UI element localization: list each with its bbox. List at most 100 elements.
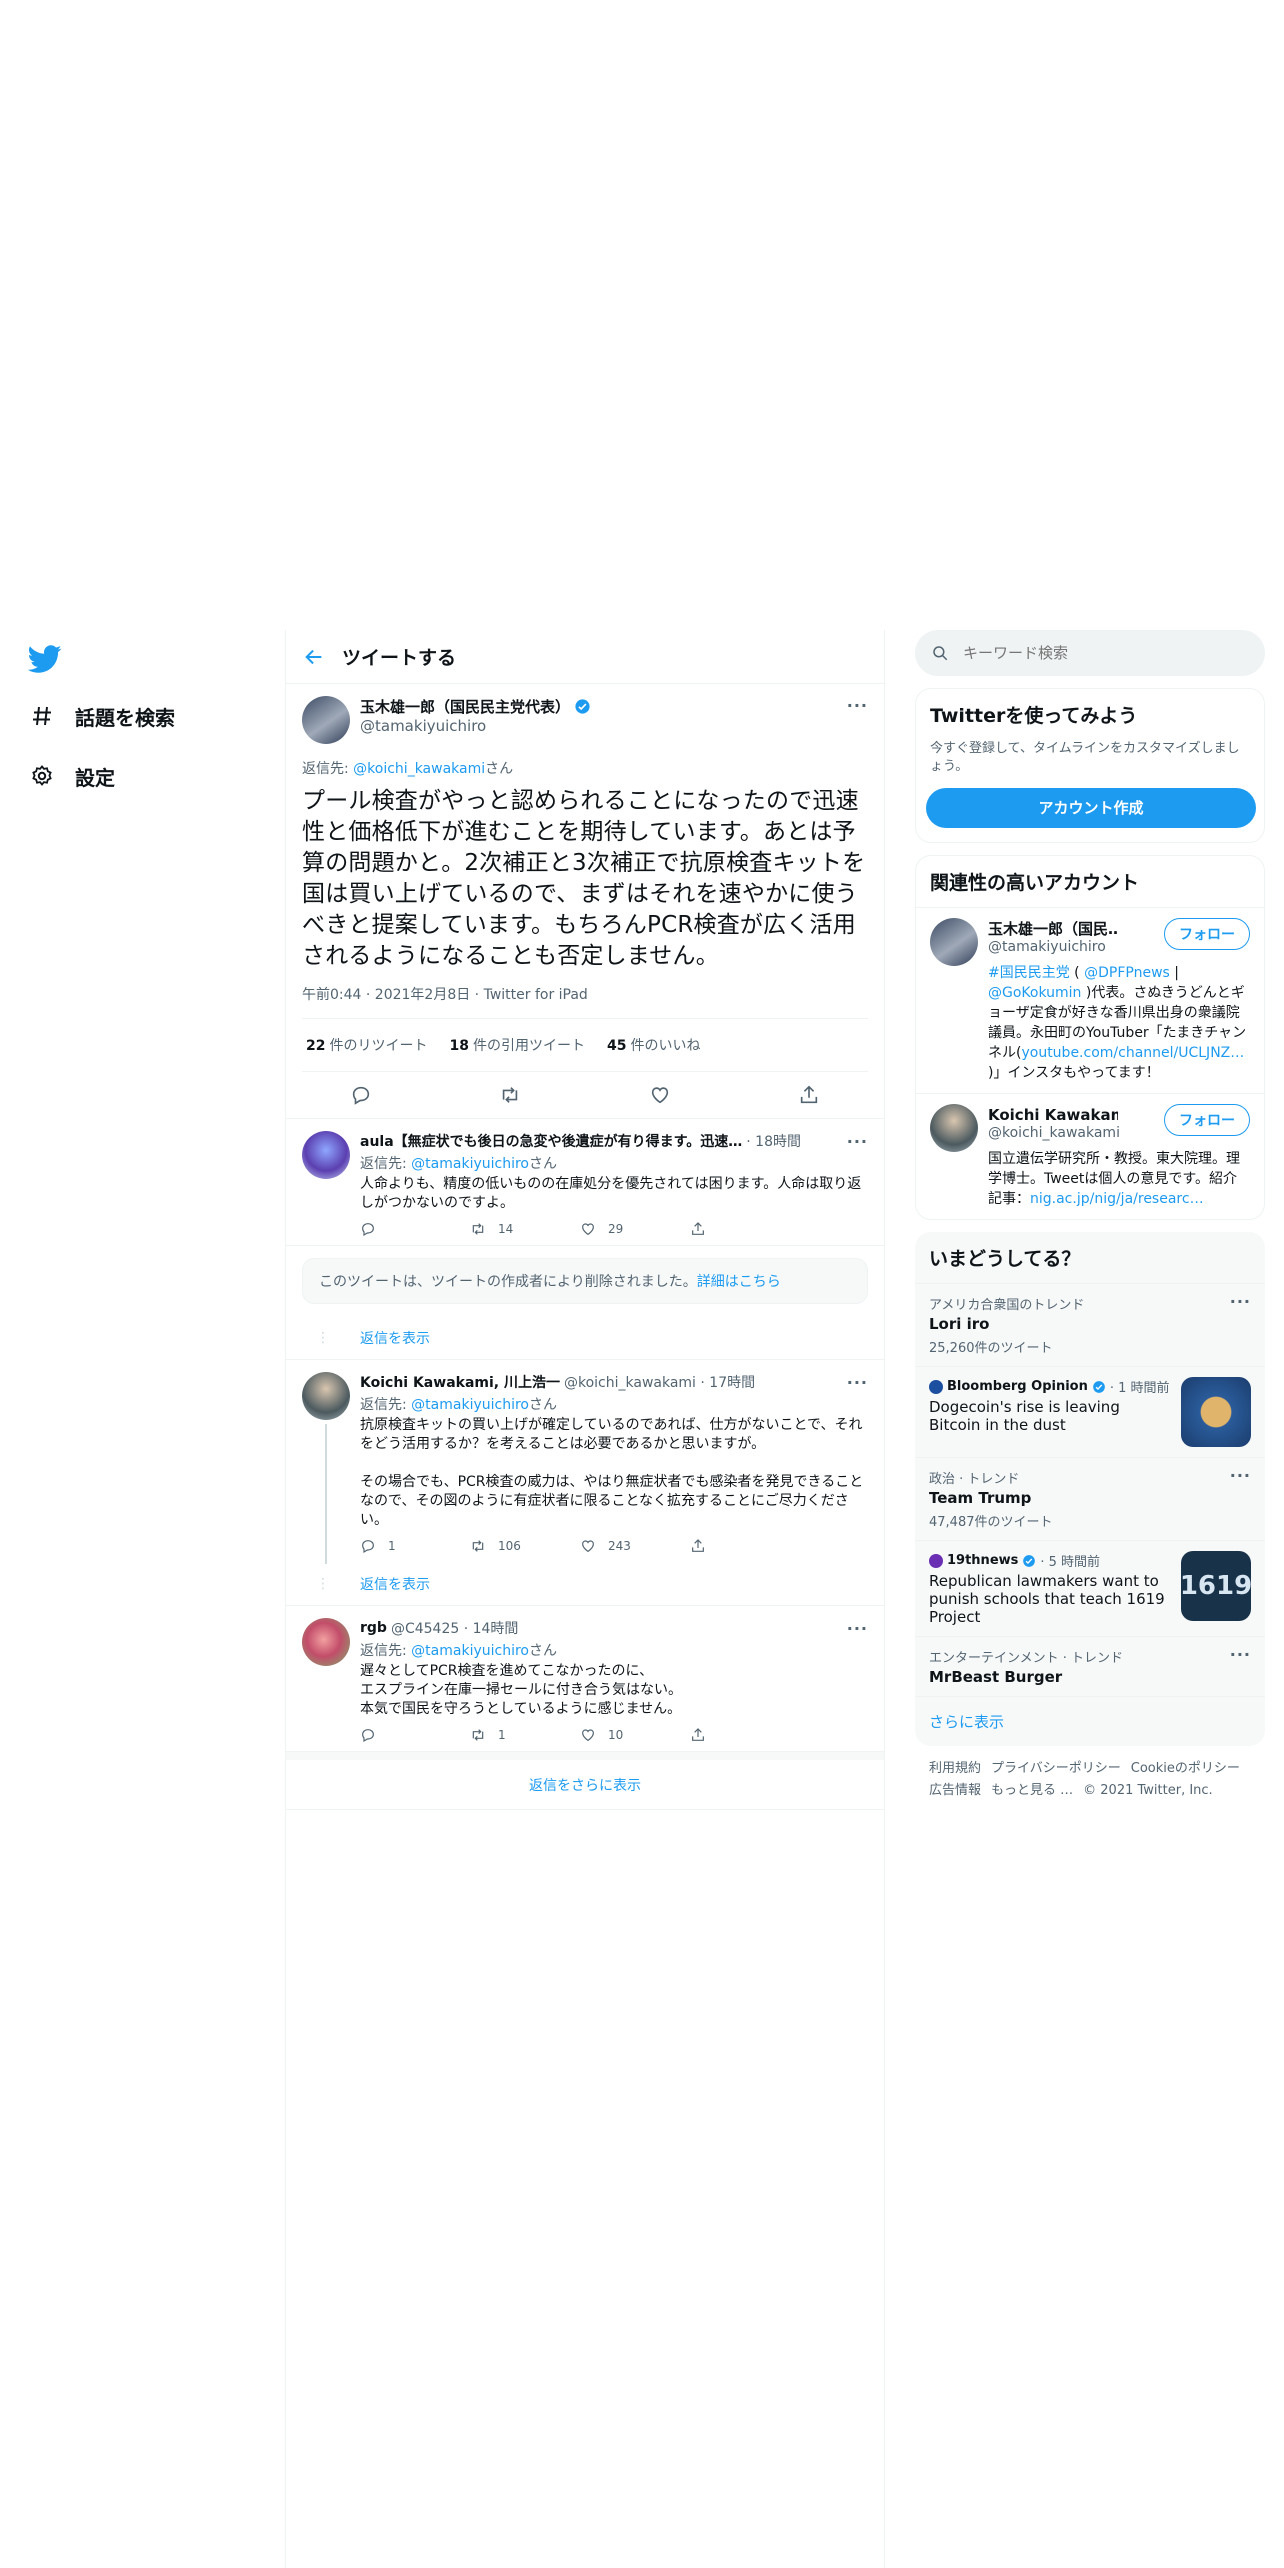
reply-to-handle[interactable]: @koichi_kawakami [353,761,485,777]
like-stat[interactable]: 45 件のいいね [607,1035,700,1055]
avatar[interactable] [930,918,978,966]
like-icon[interactable] [649,1084,671,1106]
more-icon[interactable]: ··· [1230,1645,1251,1664]
news-title: Dogecoin's rise is leaving Bitcoin in th… [929,1398,1120,1434]
reply-to-suffix: さん [528,1156,557,1172]
back-button[interactable] [286,646,342,668]
like-button[interactable]: 29 [580,1221,680,1237]
show-more-link[interactable]: さらに表示 [915,1696,1265,1746]
search-box[interactable] [915,630,1265,676]
reply-button[interactable] [360,1221,460,1237]
reply-author-name[interactable]: rgb [360,1620,387,1636]
news-item[interactable]: 19thnews · 5 時間前 Republican lawmakers wan… [915,1540,1265,1636]
more-icon[interactable]: ··· [847,1619,868,1638]
hashtag-link[interactable]: #国民民主党 [988,965,1070,981]
account-item[interactable]: 玉木雄一郎（国民… @tamakiyuichiro フォロー #国民民主党 ( … [916,907,1264,1093]
show-replies-link[interactable]: 返信を表示 [360,1328,430,1348]
reply-meta: @C45425 · 14時間 [390,1621,519,1637]
more-icon[interactable]: ··· [847,1373,868,1392]
like-icon [582,1223,594,1236]
account-name[interactable]: 玉木雄一郎（国民… [988,918,1118,939]
follow-button[interactable]: フォロー [1164,1104,1250,1136]
show-replies-link[interactable]: 返信を表示 [360,1574,430,1594]
reply-to-handle[interactable]: @tamakiyuichiro [411,1643,529,1659]
retweet-stat[interactable]: 22 件のリツイート [306,1035,427,1055]
reply-author-name[interactable]: Koichi Kawakami, 川上浩一 [360,1372,560,1392]
trend-item[interactable]: アメリカ合衆国のトレンド Lori iro 25,260件のツイート ··· [915,1283,1265,1366]
twitter-logo-icon[interactable] [27,642,62,676]
news-thumbnail: 1619 [1181,1551,1251,1621]
footer-link-cookies[interactable]: Cookieのポリシー [1131,1761,1240,1776]
retweet-button[interactable]: 14 [470,1221,570,1237]
retweet-button[interactable]: 106 [470,1538,570,1554]
thread-line [325,1424,327,1564]
more-icon[interactable]: ··· [1230,1466,1251,1485]
avatar[interactable] [302,1131,350,1179]
share-button[interactable] [690,1221,790,1237]
like-button[interactable]: 243 [580,1538,680,1554]
follow-button[interactable]: フォロー [1164,918,1250,950]
reply-to-suffix: さん [485,761,514,777]
avatar[interactable] [930,1104,978,1152]
more-icon[interactable]: ··· [847,1132,868,1151]
reply-text: 人命よりも、精度の低いものの在庫処分を優先されては困ります。人命は取り返しがつか… [360,1176,862,1211]
reply-tweet[interactable]: aula【無症状でも後日の急変や後遺症が有り得ます。迅速… · 18時間 ···… [286,1119,884,1246]
related-title: 関連性の高いアカウント [930,872,1140,894]
share-icon[interactable] [798,1084,820,1106]
account-item[interactable]: Koichi Kawakami, 川… @koichi_kawakami フォロ… [916,1093,1264,1219]
create-account-button[interactable]: アカウント作成 [926,788,1256,828]
trend-context: 政治 · トレンド [929,1472,1020,1487]
like-button[interactable]: 10 [580,1727,680,1743]
footer-link-privacy[interactable]: プライバシーポリシー [991,1761,1121,1776]
footer-link-ads[interactable]: 広告情報 [929,1783,981,1798]
footer-link-more[interactable]: もっと見る … [991,1783,1073,1798]
author-name[interactable]: 玉木雄一郎（国民民主党代表） [360,696,847,717]
avatar[interactable] [302,696,350,744]
like-icon [582,1540,594,1553]
more-icon[interactable]: ··· [847,696,868,715]
retweet-button[interactable]: 1 [470,1727,570,1743]
show-more-replies-button[interactable]: 返信をさらに表示 [286,1752,884,1810]
page-title: ツイートする [342,647,457,669]
share-button[interactable] [690,1727,790,1743]
avatar[interactable] [302,1372,350,1420]
hashtag-icon [28,702,56,730]
show-replies-row[interactable]: ⋮ 返信を表示 [286,1562,884,1606]
gear-icon [28,762,56,790]
share-button[interactable] [690,1538,790,1554]
url-link[interactable]: youtube.com/channel/UCLJNZ… [1021,1045,1244,1061]
reply-button[interactable]: 1 [360,1538,460,1554]
footer-link-terms[interactable]: 利用規約 [929,1761,981,1776]
news-title: Republican lawmakers want to punish scho… [929,1572,1165,1626]
trend-item[interactable]: 政治 · トレンド Team Trump 47,487件のツイート ··· [915,1457,1265,1540]
author-handle[interactable]: @tamakiyuichiro [360,717,847,735]
avatar[interactable] [302,1618,350,1666]
reply-tweet[interactable]: rgb @C45425 · 14時間 ··· 返信先: @tamakiyuich… [286,1606,884,1752]
reply-actions: 14 29 [360,1221,790,1237]
reply-meta: @koichi_kawakami · 17時間 [563,1375,756,1391]
nav-settings[interactable]: 設定 [28,756,115,796]
reply-button[interactable] [360,1727,460,1743]
account-name[interactable]: Koichi Kawakami, 川… [988,1104,1118,1125]
news-thumbnail [1181,1377,1251,1447]
trend-item[interactable]: エンターテインメント · トレンド MrBeast Burger ··· [915,1636,1265,1696]
reply-tweet[interactable]: Koichi Kawakami, 川上浩一 @koichi_kawakami ·… [286,1360,884,1564]
more-icon[interactable]: ··· [1230,1292,1251,1311]
mention-link[interactable]: @GoKokumin [988,985,1081,1001]
reply-author-name[interactable]: aula【無症状でも後日の急変や後遺症が有り得ます。迅速… [360,1131,742,1151]
search-input[interactable] [963,644,1223,662]
source-name: 19thnews [947,1553,1019,1568]
news-item[interactable]: Bloomberg Opinion · 1 時間前 Dogecoin's rise… [915,1366,1265,1457]
reply-to-handle[interactable]: @tamakiyuichiro [411,1156,529,1172]
reply-to-label: 返信先: [302,761,354,777]
nav-explore[interactable]: 話題を検索 [28,696,175,736]
quote-stat[interactable]: 18 件の引用ツイート [449,1035,584,1055]
url-link[interactable]: nig.ac.jp/nig/ja/researc… [1030,1191,1204,1207]
retweet-icon[interactable] [499,1084,521,1106]
details-link[interactable]: 詳細はこちら [697,1274,781,1290]
tweet-timestamp[interactable]: 午前0:44 · 2021年2月8日 · Twitter for iPad [302,984,868,1019]
mention-link[interactable]: @DPFPnews [1084,965,1170,981]
reply-to-handle[interactable]: @tamakiyuichiro [411,1397,529,1413]
show-replies-row[interactable]: ⋮ 返信を表示 [286,1316,884,1360]
reply-icon[interactable] [350,1084,372,1106]
